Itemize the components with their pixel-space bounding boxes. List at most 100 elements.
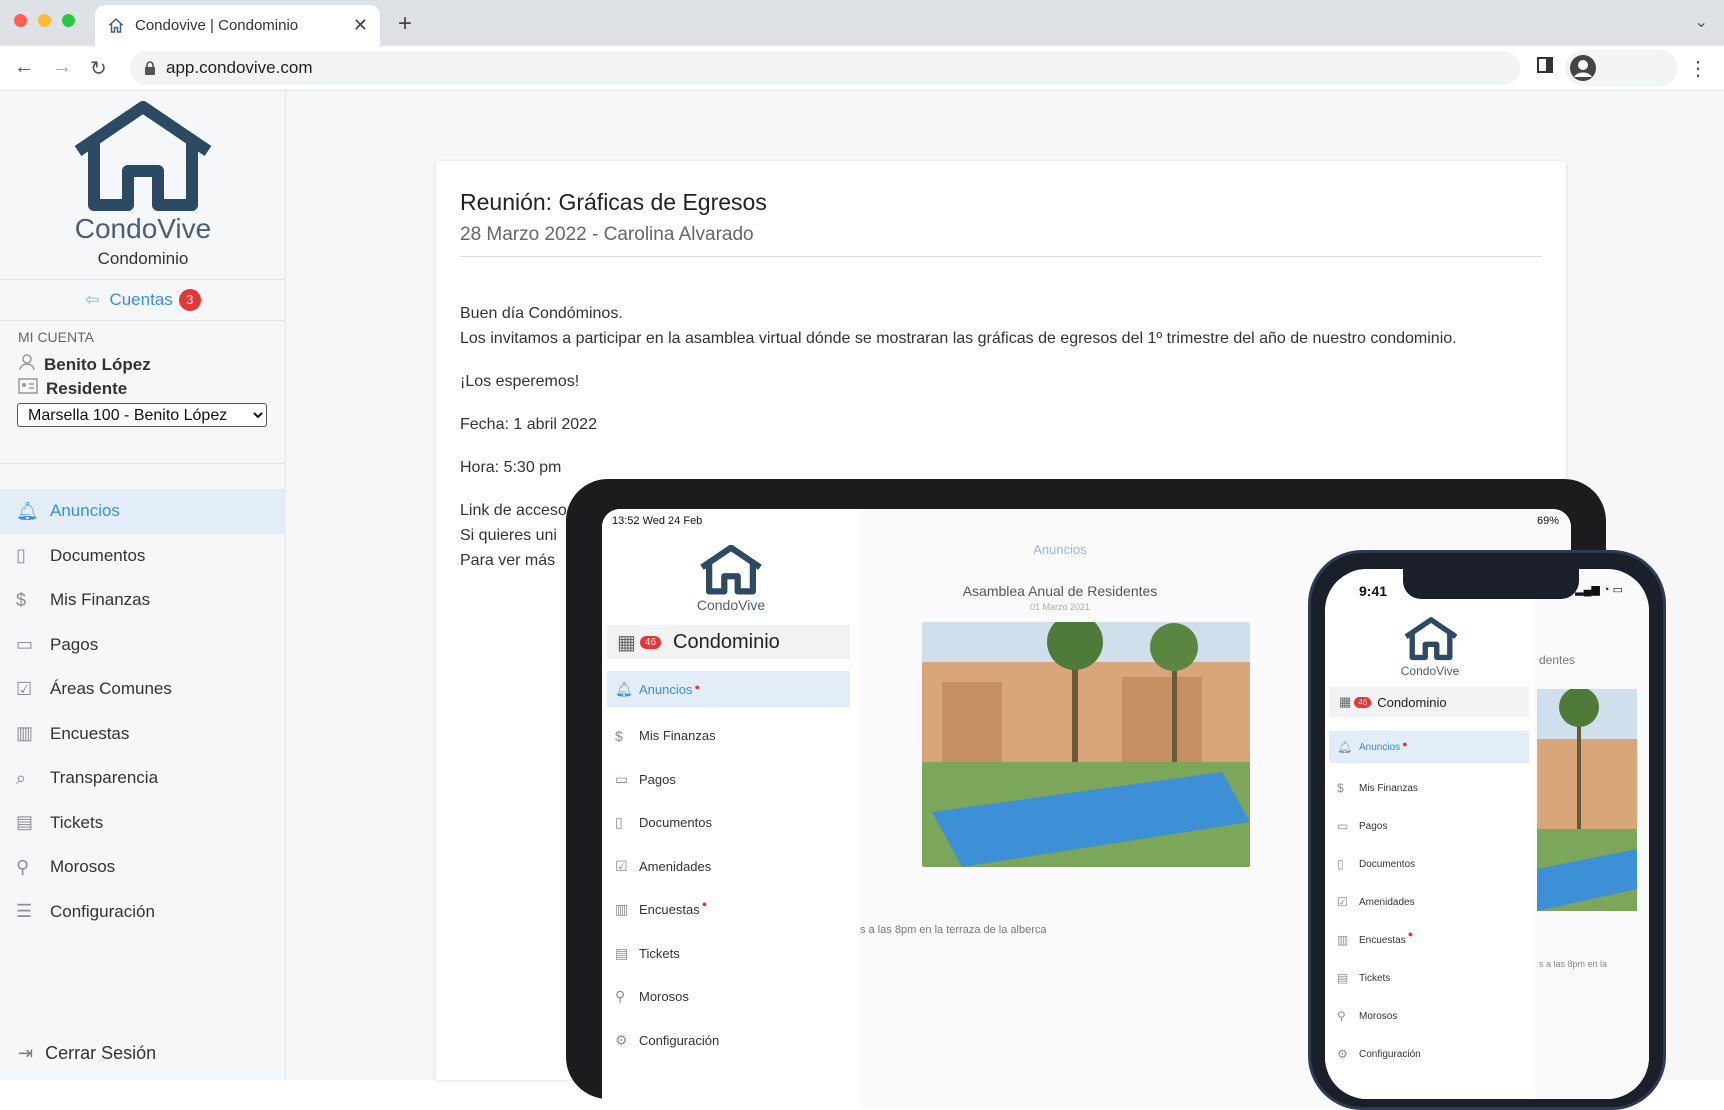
phone-item-tickets[interactable]: ▤ Tickets <box>1329 959 1529 997</box>
tablet-item-label: Pagos <box>639 771 676 787</box>
tablet-item-pagos[interactable]: ▭ Pagos <box>607 758 850 802</box>
sidebar-item-pagos[interactable]: ▭ Pagos <box>0 623 286 668</box>
sidebar-item-mis-finanzas[interactable]: $ Mis Finanzas <box>0 578 286 623</box>
more-menu-icon[interactable]: ⋮ <box>1688 56 1708 81</box>
tablet-item-configuracion[interactable]: ⚙ Configuración <box>607 1019 850 1063</box>
sidebar-menu: 🔔︎ Anuncios ▯ Documentos $ Mis Finanzas ▭ Pa… <box>0 489 286 934</box>
sidebar-item-documentos[interactable]: ▯ Documentos <box>0 534 286 579</box>
new-tab-button[interactable]: + <box>398 10 412 38</box>
sidebar-item-transparencia[interactable]: ⌕ Transparencia <box>0 756 286 801</box>
cuentas-label: Cuentas <box>109 290 173 309</box>
sidebar-item-tickets[interactable]: ▤ Tickets <box>0 801 286 846</box>
tablet-item-label: Amenidades <box>639 858 712 874</box>
phone-item-encuestas[interactable]: ▥ Encuestas ● <box>1329 921 1529 959</box>
tablet-item-documentos[interactable]: ▯ Documentos <box>607 801 850 845</box>
phone-sidebar: 9:41 CondoVive ▦ 46 Condominio 🔔︎ Anuncio… <box>1325 569 1535 1099</box>
tablet-item-encuestas[interactable]: ▥ Encuestas ● <box>607 888 850 932</box>
logout-label: Cerrar Sesión <box>45 1043 157 1063</box>
phone-item-pagos[interactable]: ▭ Pagos <box>1329 807 1529 845</box>
phone-item-configuracion[interactable]: ⚙ Configuración <box>1329 1035 1529 1073</box>
phone-item-label: Tickets <box>1359 972 1391 984</box>
lock-icon <box>145 61 155 75</box>
browser-toolbar: ← → ↻ app.condovive.com ⋮ <box>0 46 1724 91</box>
address-bar[interactable]: app.condovive.com <box>130 51 1520 85</box>
user-role: Residente <box>46 378 128 398</box>
phone-item-amenidades[interactable]: ☑ Amenidades <box>1329 883 1529 921</box>
profile-button[interactable] <box>1565 50 1677 86</box>
phone-item-label: Mis Finanzas <box>1359 782 1418 794</box>
calendar-check-icon: ☑ <box>1337 895 1348 909</box>
tablet-item-amenidades[interactable]: ☑ Amenidades <box>607 845 850 889</box>
phone-item-label: Morosos <box>1359 1010 1398 1022</box>
arrow-left-icon: ⇦ <box>85 290 100 309</box>
sidebar-toggle-icon[interactable] <box>1536 56 1554 79</box>
close-window-button[interactable] <box>14 14 27 27</box>
phone-item-mis-finanzas[interactable]: $ Mis Finanzas <box>1329 769 1529 807</box>
tablet-item-morosos[interactable]: ⚲ Morosos <box>607 975 850 1019</box>
phone-brand: CondoVive <box>1400 664 1460 678</box>
browser-tab[interactable]: Condovive | Condominio ✕ <box>95 5 380 46</box>
announcement-time: Hora: 5:30 pm <box>460 459 562 476</box>
url-text: app.condovive.com <box>166 58 313 77</box>
grid-icon: ▦ <box>1339 694 1352 709</box>
tablet-battery: 69% <box>1536 515 1559 527</box>
dollar-icon: $ <box>16 589 27 610</box>
user-name: Benito López <box>44 354 151 374</box>
unit-select[interactable]: Marsella 100 - Benito López <box>17 403 267 427</box>
sidebar-item-label: Encuestas <box>50 723 130 743</box>
back-icon[interactable]: ← <box>14 56 34 79</box>
dollar-icon: $ <box>1337 781 1344 795</box>
tablet-item-tickets[interactable]: ▤ Tickets <box>607 932 850 976</box>
user-role-row: Residente <box>18 378 127 399</box>
tablet-item-label: Documentos <box>639 815 712 831</box>
bell-icon: 🔔︎ <box>1337 740 1353 754</box>
tablet-item-label: Anuncios <box>639 681 693 697</box>
condovive-logo-icon <box>74 101 212 211</box>
user-minus-icon: ⚲ <box>1337 1009 1346 1023</box>
phone-menu: 🔔︎ Anuncios ● $ Mis Finanzas ▭ Pagos ▯ Docume… <box>1329 731 1529 1073</box>
browser-tab-strip: Condovive | Condominio ✕ + ⌄ <box>0 0 1724 46</box>
tablet-badge: 46 <box>639 635 662 649</box>
sidebar-item-label: Tickets <box>50 812 104 832</box>
phone-status-time: 9:41 <box>1359 583 1388 599</box>
phone-badge: 46 <box>1354 696 1372 708</box>
sidebar-item-encuestas[interactable]: ▥ Encuestas <box>0 712 286 757</box>
phone-main: dentes s a las 8pm en la <box>1535 569 1649 1099</box>
bell-icon: 🔔︎ <box>615 680 633 697</box>
chevron-down-icon[interactable]: ⌄ <box>1695 12 1708 32</box>
tablet-item-label: Morosos <box>639 989 689 1005</box>
clipboard-icon: ▤ <box>16 812 34 833</box>
sidebar-item-label: Anuncios <box>50 501 120 521</box>
reload-icon[interactable]: ↻ <box>90 56 107 81</box>
tablet-item-mis-finanzas[interactable]: $ Mis Finanzas <box>607 714 850 758</box>
notification-dot: ● <box>694 682 700 692</box>
phone-condo-selector[interactable]: ▦ 46 Condominio <box>1329 687 1529 717</box>
sidebar-item-configuracion[interactable]: ☰ Configuración <box>0 890 286 935</box>
maximize-window-button[interactable] <box>62 14 75 27</box>
close-tab-icon[interactable]: ✕ <box>353 15 368 36</box>
phone-item-anuncios[interactable]: 🔔︎ Anuncios ● <box>1329 731 1529 763</box>
minimize-window-button[interactable] <box>38 14 51 27</box>
phone-item-morosos[interactable]: ⚲ Morosos <box>1329 997 1529 1035</box>
logout-button[interactable]: ⇥ Cerrar Sesión <box>18 1043 156 1064</box>
sidebar-item-anuncios[interactable]: 🔔︎ Anuncios <box>0 489 286 534</box>
tablet-condo-selector[interactable]: ▦ 46 Condominio <box>607 625 850 659</box>
tablet-item-label: Configuración <box>639 1032 720 1048</box>
phone-item-documentos[interactable]: ▯ Documentos <box>1329 845 1529 883</box>
sidebar-item-areas-comunes[interactable]: ☑ Áreas Comunes <box>0 667 286 712</box>
account-heading: MI CUENTA <box>18 329 94 345</box>
sidebar-item-morosos[interactable]: ⚲ Morosos <box>0 845 286 890</box>
tablet-condo-label: Condominio <box>673 630 780 653</box>
gear-icon: ⚙ <box>1337 1047 1348 1061</box>
user-minus-icon: ⚲ <box>16 856 30 877</box>
forward-icon[interactable]: → <box>52 56 72 79</box>
tablet-item-anuncios[interactable]: 🔔︎ Anuncios ● <box>607 671 850 707</box>
cuentas-link[interactable]: ⇦ Cuentas 3 <box>0 279 286 321</box>
tablet-post-text: s a las 8pm en la terraza de la alberca <box>860 924 1047 936</box>
cuentas-count-badge: 3 <box>178 289 201 311</box>
user-minus-icon: ⚲ <box>615 988 626 1005</box>
home-icon <box>108 17 124 33</box>
sign-out-icon: ⇥ <box>18 1043 34 1063</box>
dollar-icon: $ <box>615 727 623 744</box>
credit-card-icon: ▭ <box>615 770 629 787</box>
